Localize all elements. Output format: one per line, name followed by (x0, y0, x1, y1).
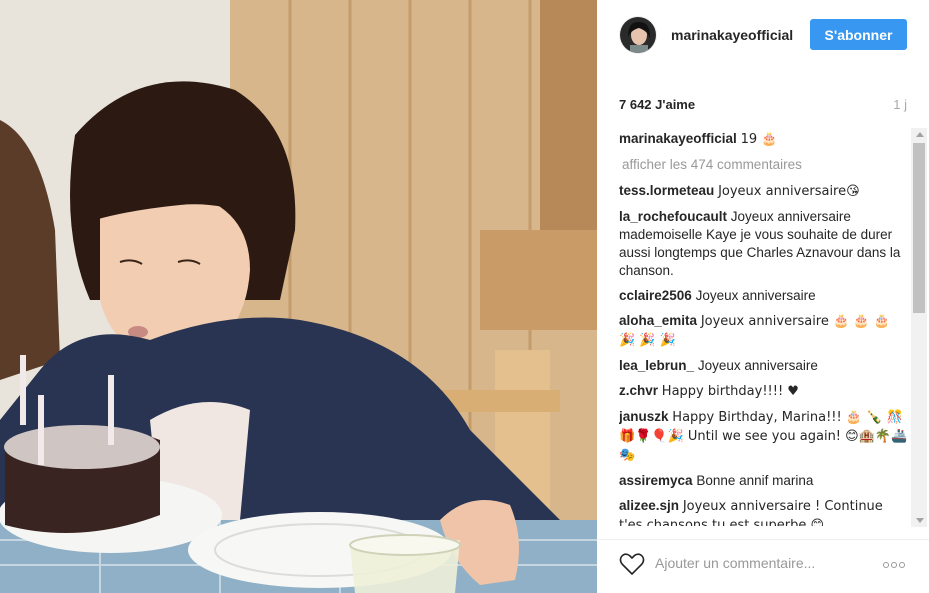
comment-username[interactable]: assiremyca (619, 473, 693, 488)
likes-row: 7 642 J'aime 1 j (619, 94, 909, 114)
view-all-comments-link[interactable]: afficher les 474 commentaires (622, 156, 909, 174)
comment-item: tess.lormeteau Joyeux anniversaire😘 (619, 182, 909, 201)
comment-item: la_rochefoucault Joyeux anniversaire mad… (619, 208, 909, 280)
comment-username[interactable]: z.chvr (619, 383, 658, 398)
comment-username[interactable]: tess.lormeteau (619, 183, 714, 198)
avatar[interactable] (619, 16, 657, 54)
comments-scrollbar[interactable] (911, 128, 927, 527)
avatar-image (620, 17, 656, 53)
scrollbar-thumb[interactable] (913, 143, 925, 313)
comment-username[interactable]: januszk (619, 409, 669, 424)
caption-username[interactable]: marinakayeofficial (619, 131, 737, 146)
more-options-icon[interactable] (883, 555, 907, 571)
caption: marinakayeofficial 19 🎂 (619, 130, 909, 149)
comment-bar (597, 539, 929, 593)
comment-username[interactable]: lea_lebrun_ (619, 358, 694, 373)
comment-item: assiremyca Bonne annif marina (619, 472, 909, 490)
comment-item: cclaire2506 Joyeux anniversaire (619, 287, 909, 305)
comment-text: Joyeux anniversaire😘 (718, 184, 860, 199)
comment-text: Bonne annif marina (696, 473, 814, 488)
scroll-up-arrow-icon[interactable] (916, 132, 924, 137)
comment-item: januszk Happy Birthday, Marina!!! 🎂 🍾 🎊🎁… (619, 408, 909, 465)
comment-username[interactable]: cclaire2506 (619, 288, 692, 303)
comment-username[interactable]: la_rochefoucault (619, 209, 727, 224)
comment-username[interactable]: aloha_emita (619, 313, 697, 328)
follow-button[interactable]: S'abonner (810, 19, 907, 50)
comment-item: z.chvr Happy birthday!!!! ♥ (619, 382, 909, 401)
post-photo[interactable] (0, 0, 597, 593)
likes-count[interactable]: 7 642 J'aime (619, 97, 695, 112)
comment-text: Joyeux anniversaire (697, 358, 818, 373)
scroll-down-arrow-icon[interactable] (916, 518, 924, 523)
post-side-panel: marinakayeofficial S'abonner 7 642 J'aim… (597, 0, 929, 593)
comment-text: Happy birthday!!!! ♥ (661, 384, 799, 399)
heart-icon[interactable] (619, 552, 645, 576)
comment-item: aloha_emita Joyeux anniversaire 🎂 🎂 🎂 🎉 … (619, 312, 909, 350)
photo-image (0, 0, 597, 593)
comment-item: alizee.sjn Joyeux anniversaire ! Continu… (619, 497, 909, 526)
comment-item: lea_lebrun_ Joyeux anniversaire (619, 357, 909, 375)
comments-list[interactable]: marinakayeofficial 19 🎂 afficher les 474… (619, 130, 909, 526)
comment-text: Joyeux anniversaire (695, 288, 816, 303)
post-username[interactable]: marinakayeofficial (671, 27, 793, 43)
caption-text: 19 🎂 (740, 132, 778, 147)
comment-username[interactable]: alizee.sjn (619, 498, 679, 513)
add-comment-input[interactable] (655, 553, 855, 573)
post-age[interactable]: 1 j (893, 97, 907, 112)
